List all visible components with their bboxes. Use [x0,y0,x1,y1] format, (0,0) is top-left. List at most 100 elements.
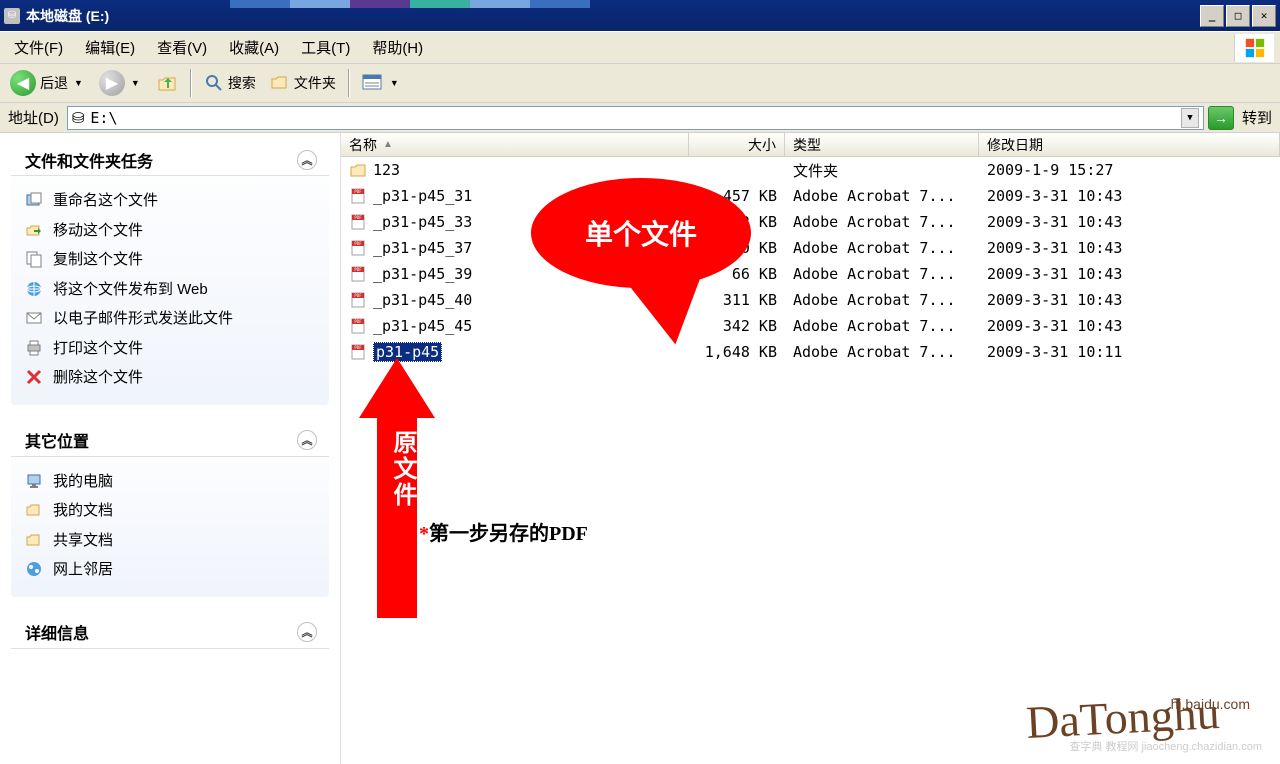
column-size[interactable]: 大小 [689,133,785,156]
baidu-credit: hi.baidu.com [1171,696,1250,712]
other-places-header[interactable]: 其它位置 ︽ [11,425,329,457]
address-dropdown[interactable]: ▼ [1181,108,1199,128]
collapse-icon[interactable]: ︽ [297,430,317,450]
mydocs-icon [25,501,43,519]
file-row[interactable]: PDF_p31-p45_3966 KBAdobe Acrobat 7...200… [341,261,1280,287]
tasks-panel: 文件和文件夹任务 ︽ 重命名这个文件移动这个文件复制这个文件将这个文件发布到 W… [10,143,330,406]
collapse-icon[interactable]: ︽ [297,150,317,170]
collapse-icon[interactable]: ︽ [297,622,317,642]
sidebar: 文件和文件夹任务 ︽ 重命名这个文件移动这个文件复制这个文件将这个文件发布到 W… [0,133,341,764]
file-type: 文件夹 [785,160,979,181]
address-field[interactable]: ⛁ E:\ ▼ [67,106,1204,130]
menubar: 文件(F) 编辑(E) 查看(V) 收藏(A) 工具(T) 帮助(H) [0,31,1280,64]
back-button[interactable]: ◀ 后退 ▼ [4,68,91,98]
place-mydocs[interactable]: 我的文档 [21,496,319,526]
file-row[interactable]: PDF_p31-p45_33722 KBAdobe Acrobat 7...20… [341,209,1280,235]
folders-button[interactable]: 文件夹 [264,68,342,98]
mycomputer-icon [25,472,43,490]
minimize-button[interactable]: _ [1200,5,1224,27]
email-icon [25,309,43,327]
task-rename[interactable]: 重命名这个文件 [21,186,319,216]
task-delete[interactable]: 删除这个文件 [21,363,319,393]
file-row[interactable]: PDF_p31-p45_45342 KBAdobe Acrobat 7...20… [341,313,1280,339]
file-date: 2009-3-31 10:11 [979,343,1280,361]
publish-icon [25,280,43,298]
menu-help[interactable]: 帮助(H) [362,33,435,62]
column-headers: 名称▲ 大小 类型 修改日期 [341,133,1280,157]
sort-asc-icon: ▲ [383,139,393,150]
arrow-label: 原文件 [385,430,420,508]
file-type: Adobe Acrobat 7... [785,343,979,361]
chevron-down-icon[interactable]: ▼ [129,78,142,88]
place-label: 共享文档 [53,531,113,551]
address-label: 地址(D) [4,107,63,128]
tasks-panel-header[interactable]: 文件和文件夹任务 ︽ [11,144,329,176]
search-button[interactable]: 搜索 [198,68,262,98]
titlebar: ⛁ 本地磁盘 (E:) _ □ ✕ [0,0,1280,31]
forward-button[interactable]: ▶ ▼ [93,68,148,98]
file-date: 2009-3-31 10:43 [979,187,1280,205]
chevron-down-icon[interactable]: ▼ [388,78,401,88]
menu-edit[interactable]: 编辑(E) [75,33,147,62]
chevron-down-icon[interactable]: ▼ [72,78,85,88]
pdf-icon: PDF [349,265,367,283]
task-publish[interactable]: 将这个文件发布到 Web [21,275,319,305]
task-move[interactable]: 移动这个文件 [21,216,319,246]
column-type[interactable]: 类型 [785,133,979,156]
go-label: 转到 [1238,107,1276,128]
pdf-icon: PDF [349,317,367,335]
file-date: 2009-3-31 10:43 [979,317,1280,335]
print-icon [25,339,43,357]
address-bar: 地址(D) ⛁ E:\ ▼ → 转到 [0,103,1280,133]
file-name: _p31-p45_45 [373,317,472,335]
drive-icon: ⛁ [72,109,85,127]
up-button[interactable] [150,68,184,98]
column-name[interactable]: 名称▲ [341,133,689,156]
file-row[interactable]: 123文件夹2009-1-9 15:27 [341,157,1280,183]
place-mycomputer[interactable]: 我的电脑 [21,467,319,497]
pdf-icon: PDF [349,213,367,231]
task-copy[interactable]: 复制这个文件 [21,245,319,275]
network-icon [25,560,43,578]
details-header[interactable]: 详细信息 ︽ [11,617,329,649]
menu-view[interactable]: 查看(V) [147,33,219,62]
details-panel: 详细信息 ︽ [10,616,330,650]
menu-favorites[interactable]: 收藏(A) [219,33,291,62]
file-row[interactable]: PDF_p31-p45_3740 KBAdobe Acrobat 7...200… [341,235,1280,261]
menu-tools[interactable]: 工具(T) [291,33,362,62]
file-type: Adobe Acrobat 7... [785,187,979,205]
file-row[interactable]: PDF_p31-p45_31457 KBAdobe Acrobat 7...20… [341,183,1280,209]
details-title: 详细信息 [25,620,89,644]
toolbar-separator [348,69,350,97]
pdf-icon: PDF [349,239,367,257]
menu-file[interactable]: 文件(F) [4,33,75,62]
svg-text:PDF: PDF [354,345,362,350]
rename-icon [25,191,43,209]
close-button[interactable]: ✕ [1252,5,1276,27]
place-shared[interactable]: 共享文档 [21,526,319,556]
toolbar-separator [190,69,192,97]
move-icon [25,221,43,239]
place-label: 网上邻居 [53,560,113,580]
file-name: _p31-p45_39 [373,265,472,283]
file-row[interactable]: PDF_p31-p45_40311 KBAdobe Acrobat 7...20… [341,287,1280,313]
back-icon: ◀ [10,70,36,96]
svg-text:PDF: PDF [354,189,362,194]
up-folder-icon [156,72,178,94]
go-button[interactable]: → [1208,106,1234,130]
column-date[interactable]: 修改日期 [979,133,1280,156]
task-print[interactable]: 打印这个文件 [21,334,319,364]
svg-text:PDF: PDF [354,215,362,220]
file-size: 1,648 KB [689,343,785,361]
file-date: 2009-3-31 10:43 [979,239,1280,257]
task-email[interactable]: 以电子邮件形式发送此文件 [21,304,319,334]
place-network[interactable]: 网上邻居 [21,555,319,585]
maximize-button[interactable]: □ [1226,5,1250,27]
search-label: 搜索 [228,73,256,93]
views-icon [362,74,384,92]
file-row[interactable]: PDFp31-p451,648 KBAdobe Acrobat 7...2009… [341,339,1280,365]
svg-text:PDF: PDF [354,267,362,272]
file-type: Adobe Acrobat 7... [785,291,979,309]
views-button[interactable]: ▼ [356,68,407,98]
other-places-panel: 其它位置 ︽ 我的电脑我的文档共享文档网上邻居 [10,424,330,598]
